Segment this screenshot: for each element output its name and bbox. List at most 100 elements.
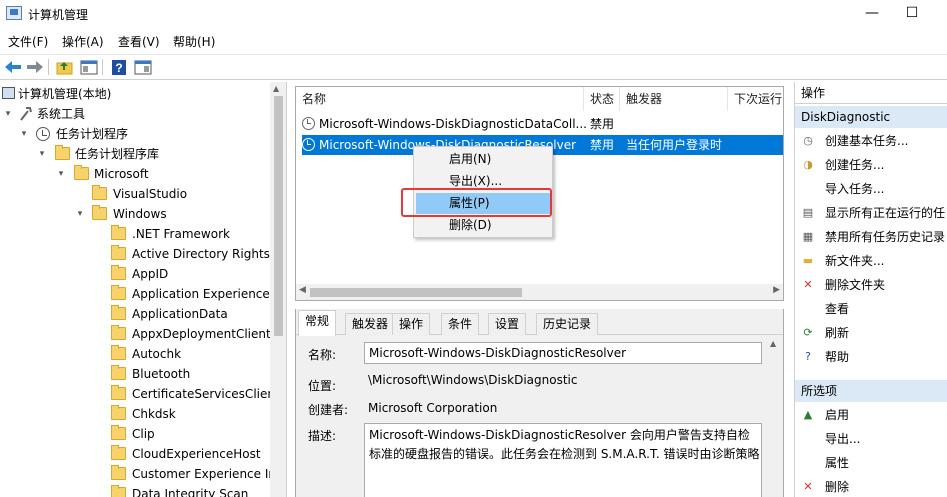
description-line: Microsoft-Windows-DiskDiagnosticResolver… [369, 428, 750, 442]
enable-icon: ▲ [803, 408, 813, 421]
chevron-down-icon[interactable]: ▾ [36, 144, 48, 164]
tree-item-label: Bluetooth [132, 367, 191, 381]
action-label: 创建任务... [825, 158, 885, 172]
menu-help[interactable]: 帮助(H) [173, 33, 215, 50]
blank-icon [801, 302, 815, 316]
task-status: 禁用 [590, 117, 615, 131]
folder-icon [111, 465, 126, 480]
action-label: 刷新 [825, 326, 850, 340]
toolbar: ? [0, 54, 947, 80]
tab-conditions[interactable]: 条件 [441, 313, 480, 335]
svg-text:?: ? [115, 61, 122, 75]
task-name-field[interactable]: Microsoft-Windows-DiskDiagnosticResolver [364, 342, 762, 364]
maximize-button[interactable]: ☐ [892, 2, 932, 24]
clock-icon [36, 127, 50, 141]
tree-item-label: CertificateServicesClient [132, 387, 280, 401]
forward-icon[interactable] [25, 58, 45, 76]
back-icon[interactable] [3, 58, 23, 76]
action-label: 导入任务... [825, 182, 885, 196]
toolbar-divider [48, 59, 49, 75]
scroll-up-icon[interactable]: ▲ [273, 84, 279, 93]
title-bar: 计算机管理 — ☐ [0, 0, 947, 28]
chevron-down-icon[interactable]: ▾ [55, 164, 67, 184]
scroll-left-icon[interactable]: ◀ [299, 285, 306, 295]
name-label: 名称: [308, 348, 337, 362]
folder-icon [55, 145, 70, 160]
context-menu-delete[interactable]: 删除(D) [416, 215, 550, 236]
folder-icon [111, 445, 126, 460]
folder-icon [111, 265, 126, 280]
column-header-name[interactable]: 名称 [296, 87, 584, 111]
menu-action[interactable]: 操作(A) [62, 33, 104, 50]
clock-icon [302, 117, 315, 130]
blank-icon [801, 182, 815, 196]
show-hide-console-tree-icon[interactable] [79, 58, 99, 76]
tree-item-label: .NET Framework [132, 227, 230, 241]
chevron-down-icon[interactable]: ▾ [18, 124, 30, 144]
task-location-value: \Microsoft\Windows\DiskDiagnostic [368, 373, 578, 387]
computer-icon [2, 87, 15, 99]
tree-item-label: VisualStudio [113, 187, 188, 201]
chevron-down-icon[interactable]: ▾ [2, 104, 14, 124]
folder-icon [111, 365, 126, 380]
task-author-value: Microsoft Corporation [368, 401, 498, 415]
tree-item-label: 任务计划程序 [56, 127, 129, 141]
up-folder-icon[interactable] [55, 58, 75, 76]
scroll-right-icon[interactable]: ▶ [773, 285, 780, 295]
list-horizontal-scrollbar[interactable]: ◀ ▶ [296, 284, 783, 300]
folder-icon [111, 225, 126, 240]
menu-view[interactable]: 查看(V) [118, 33, 160, 50]
task-description-field[interactable]: Microsoft-Windows-DiskDiagnosticResolver… [364, 423, 762, 497]
tab-general[interactable]: 常规 [298, 310, 337, 336]
highlight-annotation [401, 188, 552, 217]
tree-item-label: Active Directory Rights [132, 247, 270, 261]
task-row[interactable]: Microsoft-Windows-DiskDiagnosticDataColl… [302, 114, 783, 134]
tree-item-label: 任务计划程序库 [75, 147, 160, 161]
folder-icon [111, 345, 126, 360]
task-icon: ◑ [803, 158, 813, 171]
tab-triggers[interactable]: 触发器 [345, 313, 396, 335]
scroll-up-icon[interactable]: ▲ [770, 339, 776, 348]
actions-section-selected-item[interactable]: 所选项 [795, 380, 947, 402]
menu-file[interactable]: 文件(F) [8, 33, 48, 50]
column-header-next-run[interactable]: 下次运行 [728, 87, 783, 111]
folder-icon [92, 205, 107, 220]
action-label: 启用 [825, 408, 850, 422]
console-tree: 计算机管理(本地) ▾ 系统工具 ▾ 任务计划程序 ▾ 任务计划程序库 ▾ Mi… [0, 82, 287, 497]
tab-actions[interactable]: 操作 [392, 313, 431, 335]
context-menu-enable[interactable]: 启用(N) [416, 149, 550, 170]
menu-bar: 文件(F) 操作(A) 查看(V) 帮助(H) [0, 30, 947, 52]
tree-item-label: 计算机管理(本地) [18, 87, 112, 101]
action-label: 删除文件夹 [825, 278, 886, 292]
tree-item-label: AppxDeploymentClient [132, 327, 271, 341]
task-name: Microsoft-Windows-DiskDiagnosticDataColl… [319, 117, 587, 131]
actions-section-diskdiagnostic[interactable]: DiskDiagnostic [795, 106, 947, 128]
author-label: 创建者: [308, 403, 349, 417]
delete-icon: ✕ [803, 278, 813, 291]
task-status: 禁用 [590, 138, 615, 152]
folder-icon [92, 185, 107, 200]
actions-pane: 操作 DiskDiagnostic ◷ 创建基本任务... ◑ 创建任务... 导入任务… [794, 82, 947, 497]
action-label: 属性 [825, 456, 850, 470]
chevron-down-icon[interactable]: ▾ [74, 204, 86, 224]
tree-scrollbar[interactable]: ▲ [270, 82, 286, 497]
task-trigger: 当任何用户登录时 [626, 138, 723, 152]
help-icon: ? [805, 350, 811, 363]
detail-scrollbar[interactable]: ▲ [766, 337, 782, 497]
show-hide-action-pane-icon[interactable] [133, 58, 153, 76]
folder-icon [74, 165, 89, 180]
column-header-status[interactable]: 状态 [584, 87, 620, 111]
tree-item-label: Windows [113, 207, 167, 221]
tab-history[interactable]: 历史记录 [536, 313, 599, 335]
folder-icon [111, 385, 126, 400]
column-header-trigger[interactable]: 触发器 [620, 87, 728, 111]
minimize-button[interactable]: — [852, 2, 892, 24]
help-icon[interactable]: ? [109, 58, 129, 76]
action-label: 删除 [825, 480, 850, 494]
tab-settings[interactable]: 设置 [488, 313, 527, 335]
action-label: 查看 [825, 302, 850, 316]
scrollbar-thumb[interactable] [310, 288, 522, 297]
scrollbar-thumb[interactable] [274, 96, 283, 336]
folder-icon [111, 405, 126, 420]
clock-icon [302, 138, 315, 151]
